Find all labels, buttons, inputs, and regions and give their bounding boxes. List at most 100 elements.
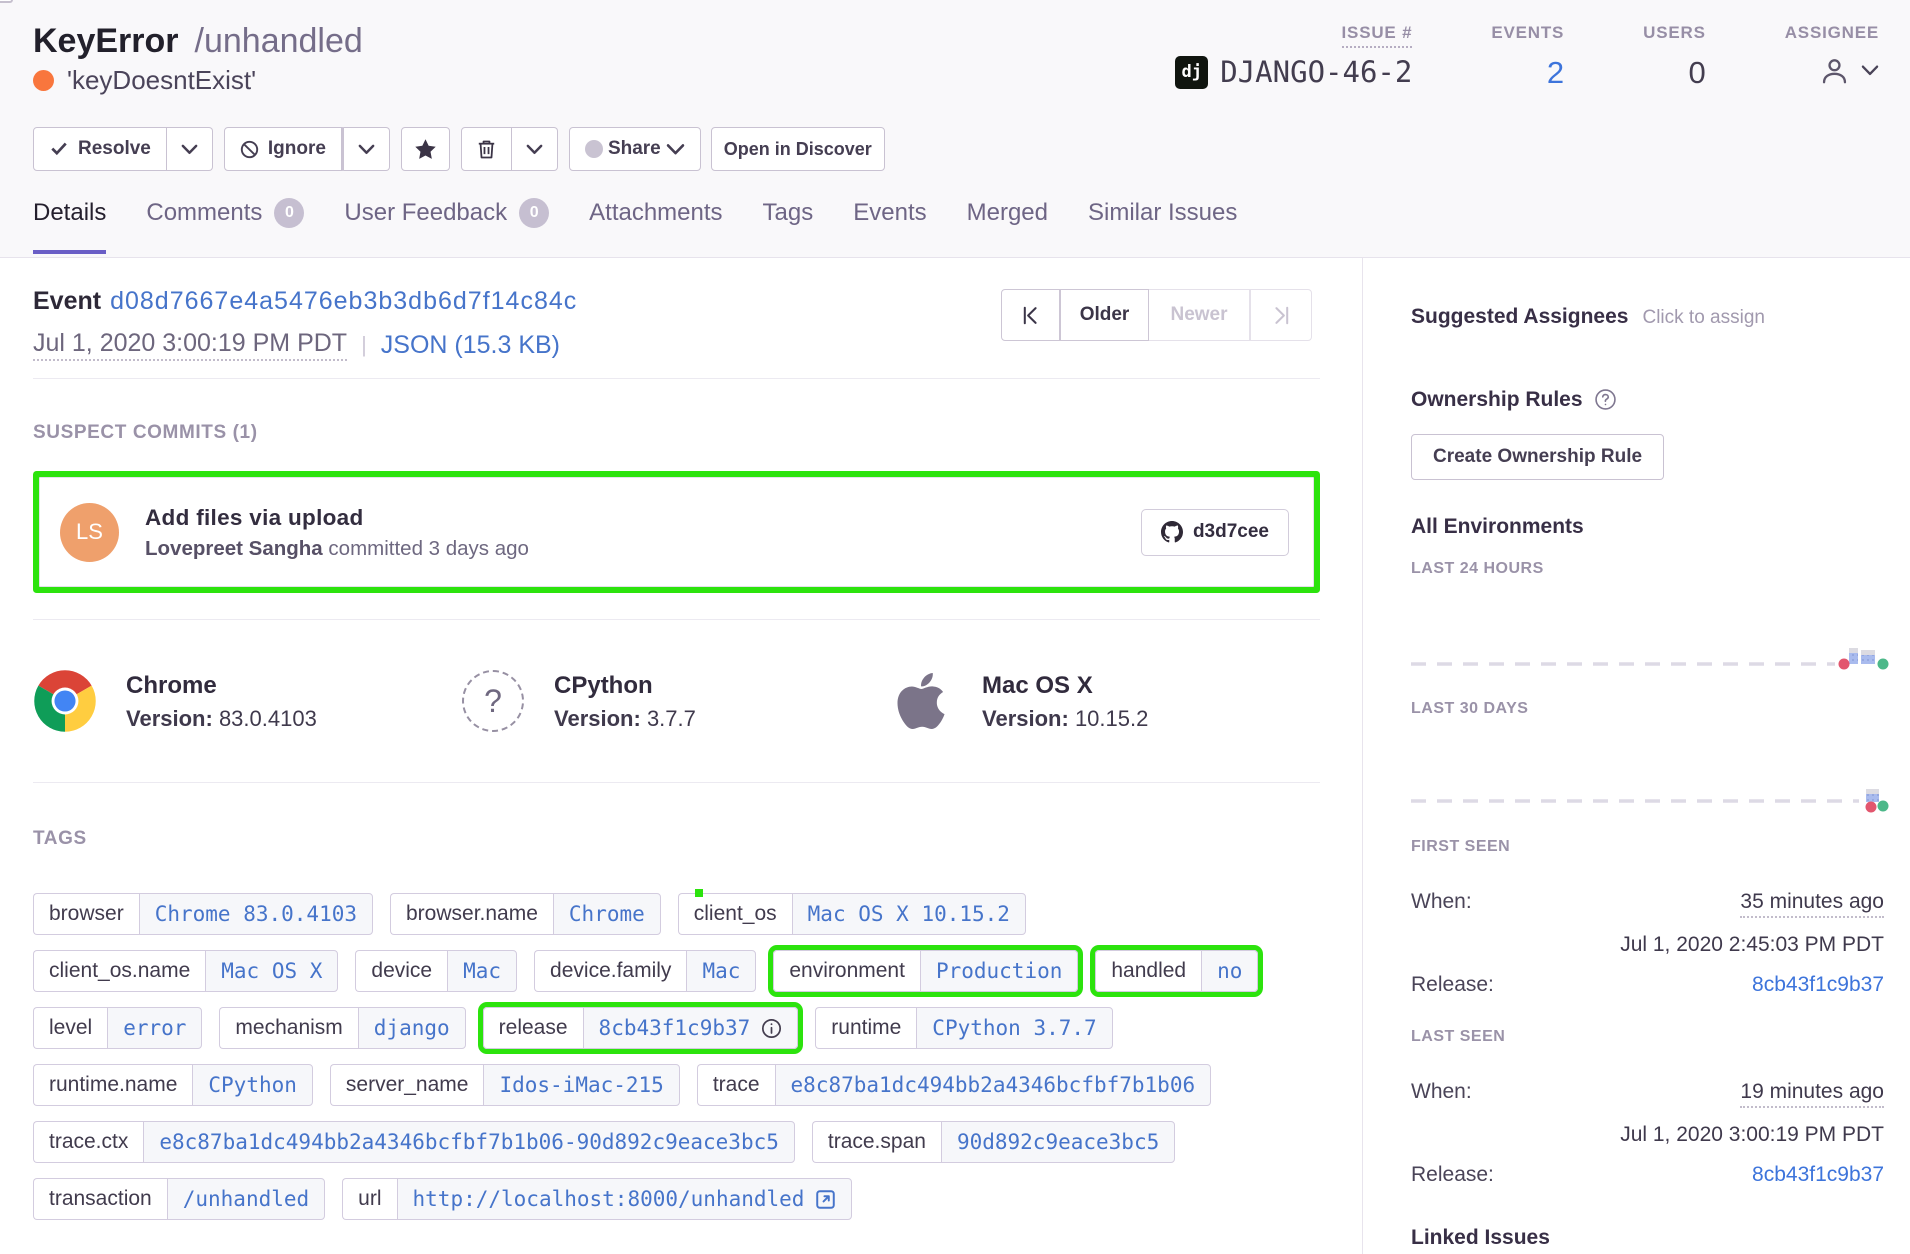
event-contexts-section: Chrome Version: 83.0.4103 ? CPython Vers… xyxy=(33,620,1320,783)
context-name: Chrome xyxy=(126,671,317,700)
last-seen-relative: 19 minutes ago xyxy=(1740,1079,1884,1108)
commit-sha-button[interactable]: d3d7cee xyxy=(1141,509,1289,556)
when-label: When: xyxy=(1411,1079,1472,1105)
tag-trace: tracee8c87ba1dc494bb2a4346bcfbf7b1b06 xyxy=(697,1064,1211,1106)
context-browser: Chrome Version: 83.0.4103 xyxy=(33,669,461,733)
assignee-label: ASSIGNEE xyxy=(1785,23,1879,43)
ignore-button[interactable]: Ignore xyxy=(224,127,342,171)
chevron-down-icon xyxy=(358,144,375,155)
users-count[interactable]: 0 xyxy=(1643,56,1706,90)
tag-url: urlhttp://localhost:8000/unhandled xyxy=(342,1178,852,1220)
chevron-down-icon xyxy=(181,144,198,155)
commit-message: Add files via upload xyxy=(145,504,1141,531)
resolve-dropdown-button[interactable] xyxy=(167,127,213,171)
commit-author-avatar: LS xyxy=(60,503,119,562)
resolve-button[interactable]: Resolve xyxy=(33,127,167,171)
event-pagination: Older Newer xyxy=(1001,289,1312,341)
event-header-section: Event d08d7667e4a5476eb3b3db6d7f14c84c Ju… xyxy=(33,258,1320,379)
tag-trace-ctx: trace.ctxe8c87ba1dc494bb2a4346bcfbf7b1b0… xyxy=(33,1121,795,1163)
tag-handled: handledno xyxy=(1095,950,1258,992)
tab-user-feedback[interactable]: User Feedback0 xyxy=(344,198,549,254)
ownership-rules-title: Ownership Rules xyxy=(1411,386,1583,413)
bookmark-star-button[interactable] xyxy=(401,127,450,171)
checkmark-icon xyxy=(49,140,69,158)
chrome-icon xyxy=(33,669,97,733)
stat-assignee: ASSIGNEE xyxy=(1785,23,1879,90)
create-ownership-rule-button[interactable]: Create Ownership Rule xyxy=(1411,434,1664,480)
last-30-days-label: LAST 30 DAYS xyxy=(1411,700,1884,718)
linked-issues-title: Linked Issues xyxy=(1411,1224,1884,1251)
issue-tabs: Details Comments0 User Feedback0 Attachm… xyxy=(33,198,1879,254)
commit-author-name: Lovepreet Sangha xyxy=(145,537,323,560)
first-seen-release-link[interactable]: 8cb43f1c9b37 xyxy=(1752,972,1884,998)
chevron-down-icon xyxy=(666,143,685,156)
error-level-dot xyxy=(33,70,54,91)
event-json-link[interactable]: JSON (15.3 KB) xyxy=(381,330,560,360)
delete-dropdown-button[interactable] xyxy=(512,127,558,171)
tab-comments[interactable]: Comments0 xyxy=(146,198,304,254)
context-version: Version: 83.0.4103 xyxy=(126,706,317,732)
github-icon xyxy=(1161,521,1183,543)
ignore-dropdown-button[interactable] xyxy=(342,127,390,171)
release-label: Release: xyxy=(1411,1162,1494,1188)
tag-transaction: transaction/unhandled xyxy=(33,1178,325,1220)
last-page-button[interactable] xyxy=(1250,289,1312,341)
last-24-hours-chart xyxy=(1411,578,1891,670)
assignee-dropdown[interactable] xyxy=(1785,53,1879,88)
issue-stats: ISSUE # dj DJANGO-46-2 EVENTS 2 USERS 0 … xyxy=(1175,20,1879,90)
suspect-commits-heading: SUSPECT COMMITS (1) xyxy=(33,422,1320,443)
tag-mechanism: mechanismdjango xyxy=(219,1007,465,1049)
tab-events[interactable]: Events xyxy=(853,198,926,254)
open-in-discover-button[interactable]: Open in Discover xyxy=(711,127,885,171)
events-count[interactable]: 2 xyxy=(1491,56,1564,90)
first-event-button[interactable] xyxy=(1001,289,1060,341)
tag-device: deviceMac xyxy=(355,950,517,992)
first-seen-relative: 35 minutes ago xyxy=(1740,889,1884,918)
event-label: Event xyxy=(33,287,101,315)
tab-merged[interactable]: Merged xyxy=(967,198,1048,254)
tag-browser-name: browser.nameChrome xyxy=(390,893,661,935)
unknown-runtime-icon: ? xyxy=(461,669,525,733)
events-label: EVENTS xyxy=(1491,23,1564,43)
star-icon xyxy=(414,138,437,161)
last-seen-release-link[interactable]: 8cb43f1c9b37 xyxy=(1752,1162,1884,1188)
separator: | xyxy=(361,330,367,360)
tag-client-os-name: client_os.nameMac OS X xyxy=(33,950,338,992)
share-button[interactable]: Share xyxy=(569,127,701,171)
suspect-commit-row: LS Add files via upload Lovepreet Sangha… xyxy=(39,477,1314,587)
context-version: Version: 10.15.2 xyxy=(982,706,1148,732)
apple-icon xyxy=(889,669,953,733)
newer-event-button[interactable]: Newer xyxy=(1149,289,1250,341)
issue-sidebar: Suggested Assignees Click to assign Owne… xyxy=(1362,258,1910,1254)
context-name: CPython xyxy=(554,671,696,700)
issue-details-page: KeyError/unhandled 'keyDoesntExist' ISSU… xyxy=(0,0,1910,1254)
tab-details[interactable]: Details xyxy=(33,198,106,254)
tag-server-name: server_nameIdos-iMac-215 xyxy=(330,1064,680,1106)
event-date: Jul 1, 2020 3:00:19 PM PDT xyxy=(33,328,347,361)
tag-environment: environmentProduction xyxy=(773,950,1078,992)
users-label: USERS xyxy=(1643,23,1706,43)
tab-similar-issues[interactable]: Similar Issues xyxy=(1088,198,1237,254)
first-seen-absolute: Jul 1, 2020 2:45:03 PM PDT xyxy=(1620,932,1884,958)
last-seen-label: LAST SEEN xyxy=(1411,1028,1884,1046)
user-icon xyxy=(1818,53,1851,88)
tag-runtime-name: runtime.nameCPython xyxy=(33,1064,313,1106)
help-circle-icon[interactable] xyxy=(1594,388,1617,411)
last-seen-marker xyxy=(1878,801,1889,812)
suggested-assignees-hint[interactable]: Click to assign xyxy=(1642,307,1765,329)
delete-button[interactable] xyxy=(461,127,512,171)
chevron-down-icon xyxy=(526,144,543,155)
tag-trace-span: trace.span90d892c9eace3bc5 xyxy=(812,1121,1175,1163)
info-icon xyxy=(761,1018,782,1039)
first-seen-marker xyxy=(1839,659,1850,670)
ignore-button-group: Ignore xyxy=(224,127,390,171)
issue-title-line: KeyError/unhandled xyxy=(33,20,363,62)
tab-tags[interactable]: Tags xyxy=(763,198,814,254)
context-version: Version: 3.7.7 xyxy=(554,706,696,732)
tab-attachments[interactable]: Attachments xyxy=(589,198,722,254)
older-event-button[interactable]: Older xyxy=(1060,289,1149,341)
tag-release: release8cb43f1c9b37 xyxy=(483,1007,799,1049)
first-page-icon xyxy=(1021,306,1040,325)
event-id-link[interactable]: d08d7667e4a5476eb3b3db6d7f14c84c xyxy=(110,287,577,315)
all-environments-title: All Environments xyxy=(1411,513,1884,540)
